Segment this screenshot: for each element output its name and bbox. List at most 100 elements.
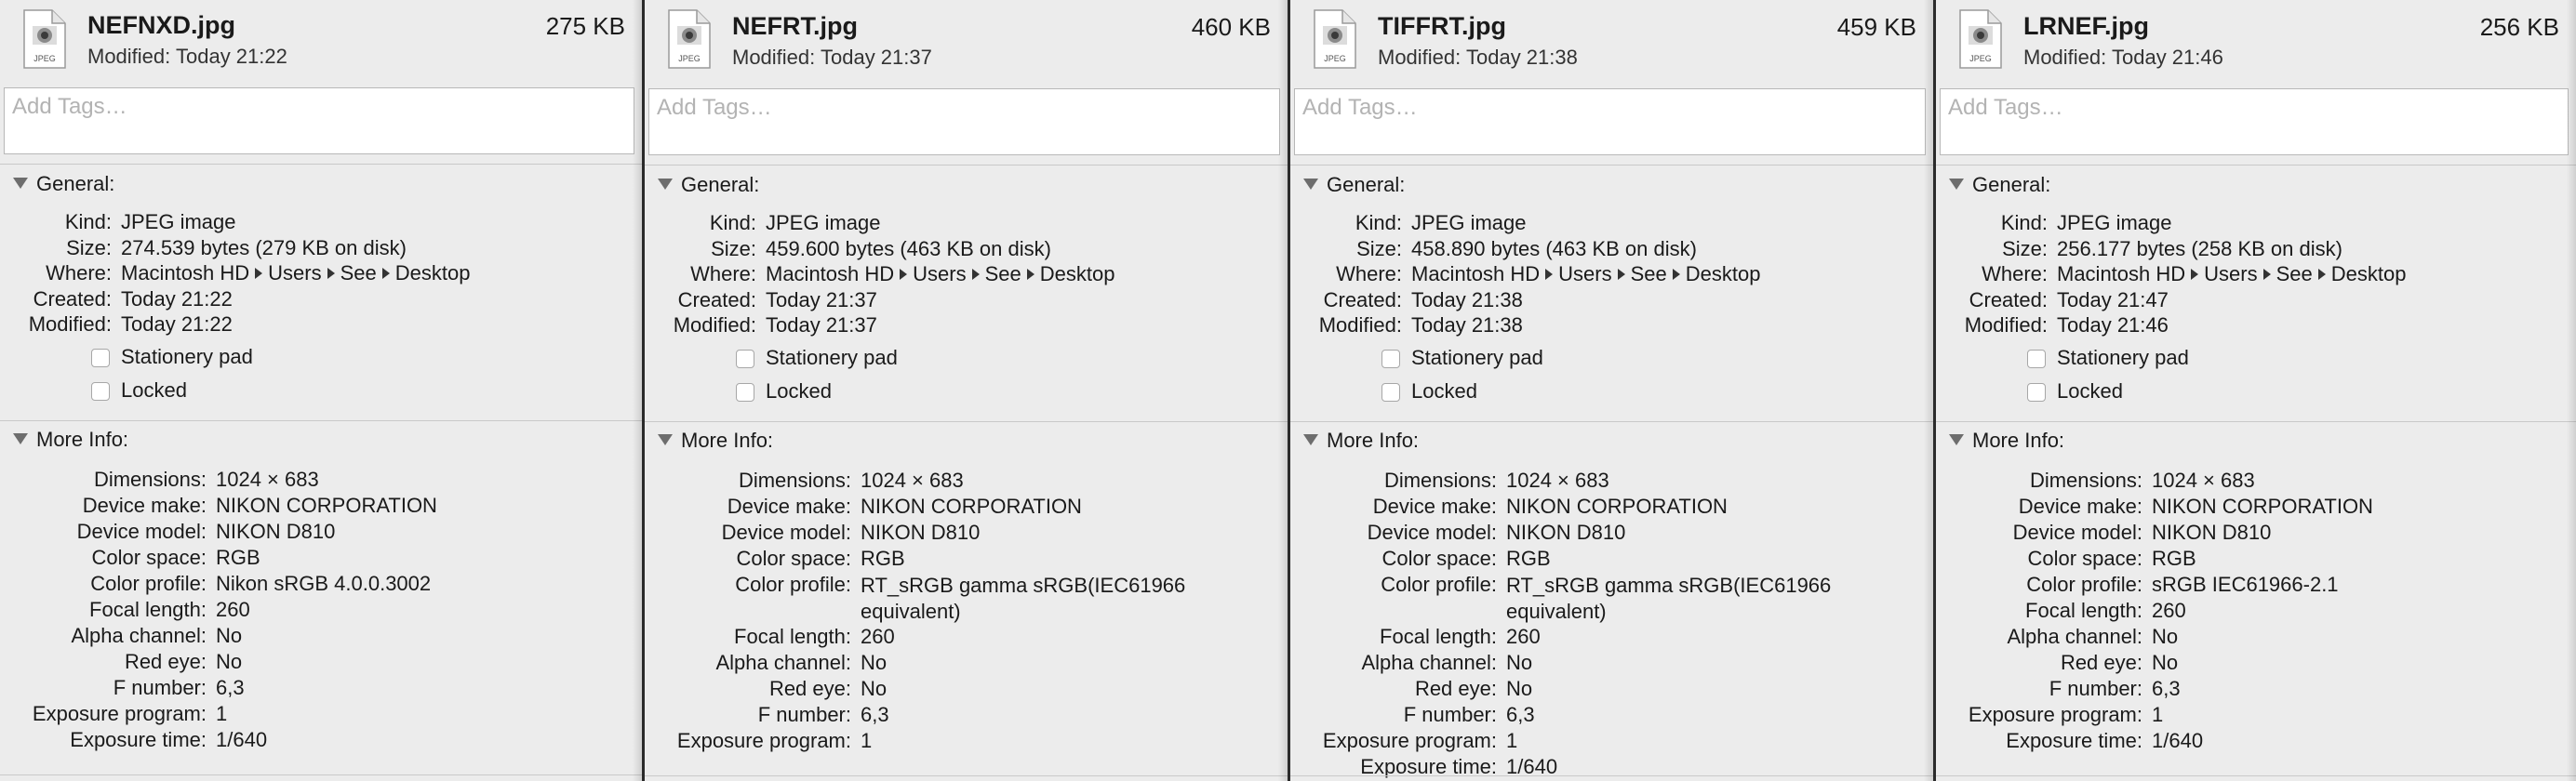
path-segment: See	[2276, 262, 2313, 285]
locked-checkbox-row[interactable]: Locked	[2027, 379, 2123, 404]
more-info-row-alpha-channel: Alpha channel: No	[645, 651, 1288, 677]
stationery-checkbox[interactable]	[91, 349, 110, 367]
more-info-row-color-space: Color space: RGB	[1290, 547, 1933, 573]
locked-checkbox[interactable]	[736, 383, 754, 402]
exposure-program-value: 1	[1506, 729, 1518, 752]
disclosure-triangle-icon[interactable]	[1303, 179, 1318, 190]
more-info-section-toggle[interactable]: More Info:	[1949, 429, 2064, 453]
locked-label: Locked	[766, 379, 832, 403]
locked-checkbox[interactable]	[2027, 383, 2046, 402]
stationery-checkbox-row[interactable]: Stationery pad	[1381, 346, 1543, 370]
disclosure-triangle-icon[interactable]	[658, 434, 673, 445]
tags-input[interactable]: Add Tags…	[648, 88, 1280, 155]
alpha-channel-value: No	[861, 651, 888, 674]
path-arrow-icon	[327, 268, 335, 279]
device-make-value: NIKON CORPORATION	[216, 494, 437, 517]
info-panel-2: JPEG NEFRT.jpg 460 KB Modified: Today 21:37…	[642, 0, 1288, 781]
general-section-toggle[interactable]: General:	[658, 173, 759, 197]
created-label: Created:	[677, 287, 756, 311]
color-space-label: Color space:	[2027, 547, 2142, 570]
stationery-checkbox-row[interactable]: Stationery pad	[736, 346, 898, 370]
locked-checkbox[interactable]	[91, 382, 110, 401]
modified-value: Today 21:38	[1411, 313, 1523, 337]
stationery-label: Stationery pad	[2057, 346, 2189, 369]
focal-length-label: Focal length:	[734, 625, 851, 648]
locked-checkbox-row[interactable]: Locked	[91, 378, 187, 403]
tags-input[interactable]: Add Tags…	[4, 87, 634, 154]
general-section-toggle[interactable]: General:	[1303, 173, 1405, 197]
f-number-value: 6,3	[1506, 703, 1535, 726]
more-info-section-label: More Info:	[1972, 429, 2065, 452]
dimensions-value: 1024 × 683	[2152, 469, 2255, 492]
locked-checkbox-row[interactable]: Locked	[736, 379, 832, 404]
dimensions-label: Dimensions:	[93, 468, 207, 491]
device-model-label: Device model:	[76, 520, 207, 543]
path-segment: Macintosh HD	[1411, 262, 1541, 285]
file-name: NEFNXD.jpg	[87, 11, 235, 39]
info-panel-4: JPEG LRNEF.jpg 256 KB Modified: Today 21:46…	[1933, 0, 2576, 781]
file-icon-type-label: JPEG	[1324, 54, 1346, 63]
path-segment: Desktop	[1685, 262, 1761, 285]
more-info-section-toggle[interactable]: More Info:	[1303, 429, 1419, 453]
red-eye-value: No	[1506, 677, 1533, 700]
color-space-value: RGB	[1506, 547, 1551, 570]
more-info-row-dimensions: Dimensions: 1024 × 683	[645, 469, 1288, 495]
color-profile-label: Color profile:	[735, 573, 851, 596]
exposure-program-value: 1	[861, 729, 873, 752]
disclosure-triangle-icon[interactable]	[1949, 434, 1964, 445]
general-section-label: General:	[681, 173, 760, 196]
locked-label: Locked	[2057, 379, 2123, 403]
alpha-channel-value: No	[216, 624, 243, 647]
general-row-created: Created: Today 21:22	[0, 287, 642, 313]
general-row-kind: Kind: JPEG image	[645, 211, 1288, 237]
more-info-section-label: More Info:	[1327, 429, 1420, 452]
general-section-toggle[interactable]: General:	[13, 172, 114, 196]
focal-length-label: Focal length:	[89, 598, 207, 621]
more-info-section-toggle[interactable]: More Info:	[13, 428, 128, 452]
dimensions-value: 1024 × 683	[1506, 469, 1609, 492]
path-segment: Macintosh HD	[2057, 262, 2186, 285]
path-arrow-icon	[1545, 269, 1554, 280]
more-info-row-color-profile: Color profile: sRGB IEC61966-2.1	[1936, 573, 2576, 599]
general-row-kind: Kind: JPEG image	[1290, 211, 1933, 237]
more-info-section-toggle[interactable]: More Info:	[658, 429, 773, 453]
kind-value: JPEG image	[121, 210, 236, 233]
stationery-checkbox-row[interactable]: Stationery pad	[2027, 346, 2189, 370]
stationery-checkbox[interactable]	[1381, 350, 1400, 368]
focal-length-value: 260	[216, 598, 250, 621]
jpeg-file-icon: JPEG	[22, 9, 67, 69]
general-section-toggle[interactable]: General:	[1949, 173, 2050, 197]
tags-input[interactable]: Add Tags…	[1294, 88, 1926, 155]
exposure-program-label: Exposure program:	[676, 729, 851, 752]
alpha-channel-value: No	[1506, 651, 1533, 674]
disclosure-triangle-icon[interactable]	[1303, 434, 1318, 445]
locked-checkbox[interactable]	[1381, 383, 1400, 402]
more-info-row-exposure-program: Exposure program: 1	[1290, 729, 1933, 755]
tags-input[interactable]: Add Tags…	[1940, 88, 2569, 155]
locked-checkbox-row[interactable]: Locked	[1381, 379, 1477, 404]
disclosure-triangle-icon[interactable]	[658, 179, 673, 190]
more-info-row-device-make: Device make: NIKON CORPORATION	[645, 495, 1288, 521]
disclosure-triangle-icon[interactable]	[13, 178, 28, 189]
more-info-row-f-number: F number: 6,3	[1936, 677, 2576, 703]
color-space-label: Color space:	[1381, 547, 1497, 570]
path-arrow-icon	[2317, 269, 2326, 280]
stationery-checkbox[interactable]	[736, 350, 754, 368]
modified-value: Today 21:37	[766, 313, 877, 337]
divider	[0, 164, 642, 165]
size-label: Size:	[711, 236, 756, 260]
created-label: Created:	[1323, 287, 1402, 311]
size-label: Size:	[2002, 236, 2048, 260]
disclosure-triangle-icon[interactable]	[13, 433, 28, 444]
disclosure-triangle-icon[interactable]	[1949, 179, 1964, 190]
more-info-row-focal-length: Focal length: 260	[1290, 625, 1933, 651]
exposure-time-label: Exposure time:	[2006, 729, 2142, 752]
general-row-created: Created: Today 21:38	[1290, 288, 1933, 314]
stationery-checkbox-row[interactable]: Stationery pad	[91, 345, 253, 369]
modified-label: Modified:	[1964, 313, 2048, 337]
red-eye-value: No	[861, 677, 888, 700]
stationery-label: Stationery pad	[766, 346, 898, 369]
device-make-label: Device make:	[82, 494, 207, 517]
jpeg-file-icon: JPEG	[1958, 9, 2003, 69]
stationery-checkbox[interactable]	[2027, 350, 2046, 368]
